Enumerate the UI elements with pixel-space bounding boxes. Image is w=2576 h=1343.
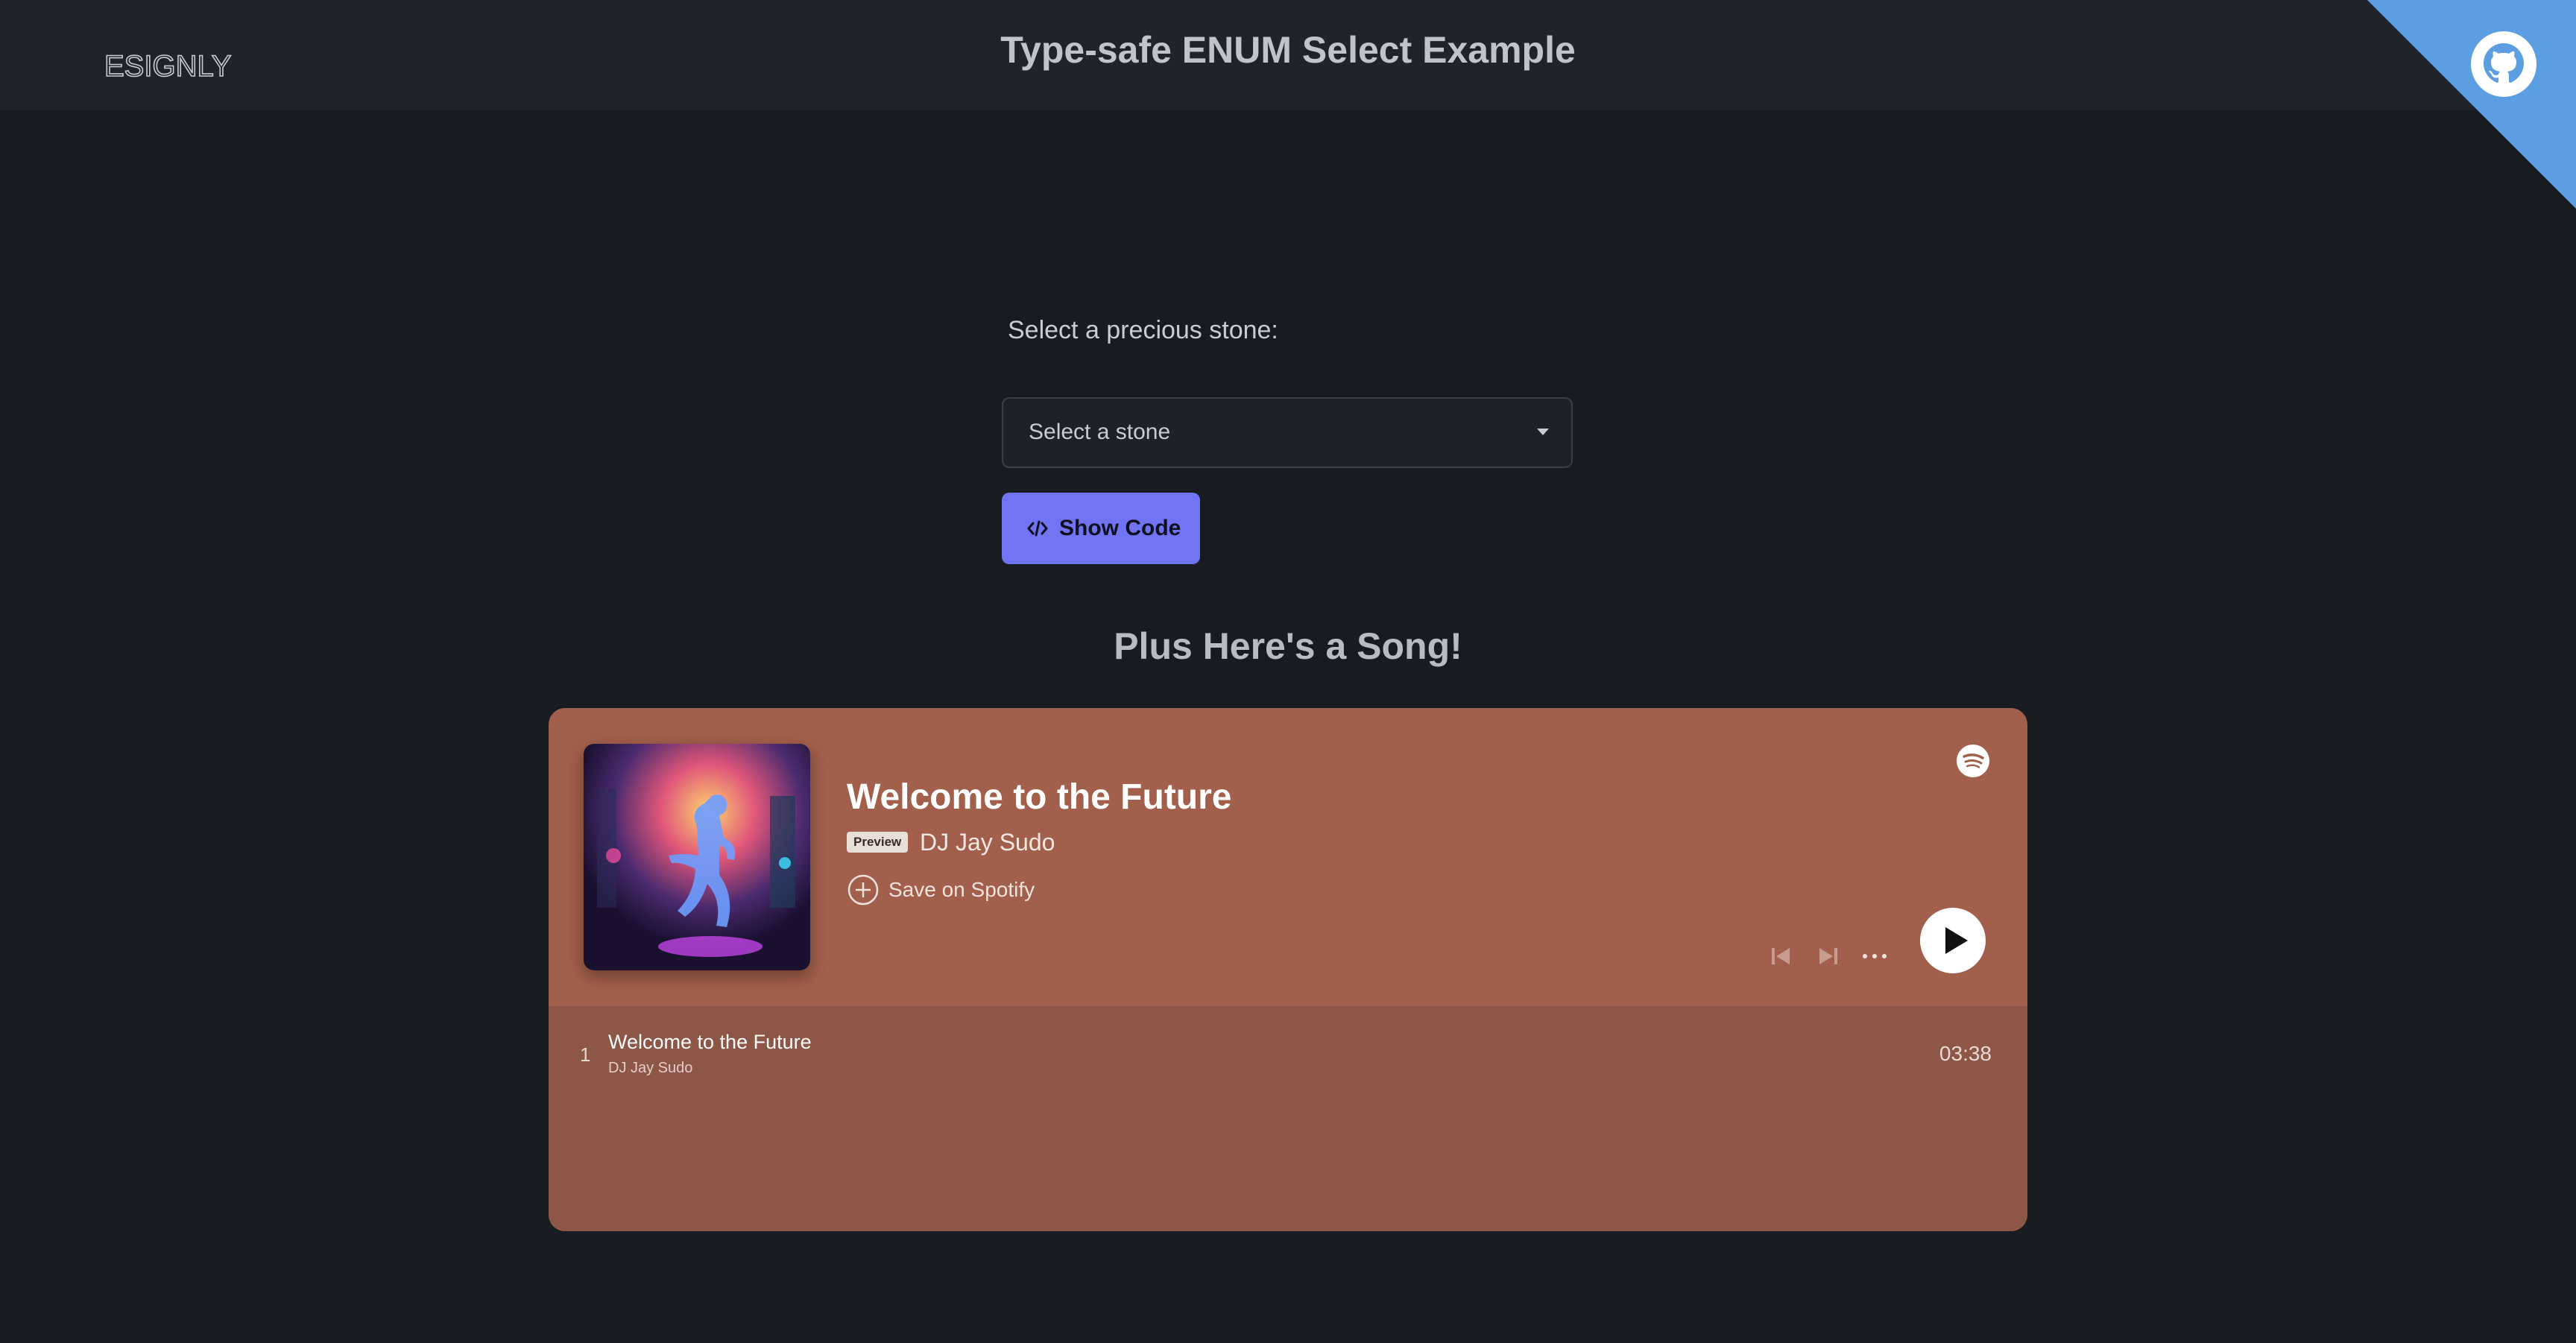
track-title[interactable]: Welcome to the Future (847, 777, 1232, 818)
show-code-button[interactable]: Show Code (1002, 493, 1200, 564)
app-header: ESIGNLY Type-safe ENUM Select Example (0, 0, 2576, 110)
more-options-icon[interactable] (1859, 944, 1890, 969)
preview-badge: Preview (847, 832, 909, 853)
play-button[interactable] (1920, 908, 1986, 973)
chevron-down-icon (1537, 429, 1549, 435)
spotify-player: Welcome to the Future Preview DJ Jay Sud… (549, 708, 2027, 1231)
page-title: Type-safe ENUM Select Example (1000, 29, 1576, 71)
plus-circle-icon (847, 874, 879, 906)
stone-select[interactable]: Select a stone (1002, 397, 1573, 468)
github-corner-link[interactable] (2367, 0, 2576, 209)
stone-select-placeholder: Select a stone (1029, 420, 1171, 444)
artist-name[interactable]: DJ Jay Sudo (920, 829, 1055, 856)
code-icon (1027, 520, 1048, 537)
track-number: 1 (580, 1043, 591, 1066)
github-icon (2471, 31, 2536, 97)
show-code-label: Show Code (1059, 516, 1181, 540)
spotify-logo-icon[interactable] (1956, 744, 1990, 778)
song-heading: Plus Here's a Song! (1114, 625, 1462, 667)
next-track-icon[interactable] (1816, 944, 1841, 969)
track-row-title: Welcome to the Future (608, 1031, 812, 1053)
save-label: Save on Spotify (888, 878, 1035, 901)
album-cover-image[interactable] (584, 744, 810, 970)
save-on-spotify-button[interactable]: Save on Spotify (847, 873, 1035, 906)
stone-select-label: Select a precious stone: (1008, 316, 1278, 344)
track-duration: 03:38 (1939, 1042, 1992, 1065)
previous-track-icon[interactable] (1768, 944, 1793, 969)
track-row-artist: DJ Jay Sudo (608, 1060, 693, 1076)
play-icon (1945, 927, 1968, 954)
